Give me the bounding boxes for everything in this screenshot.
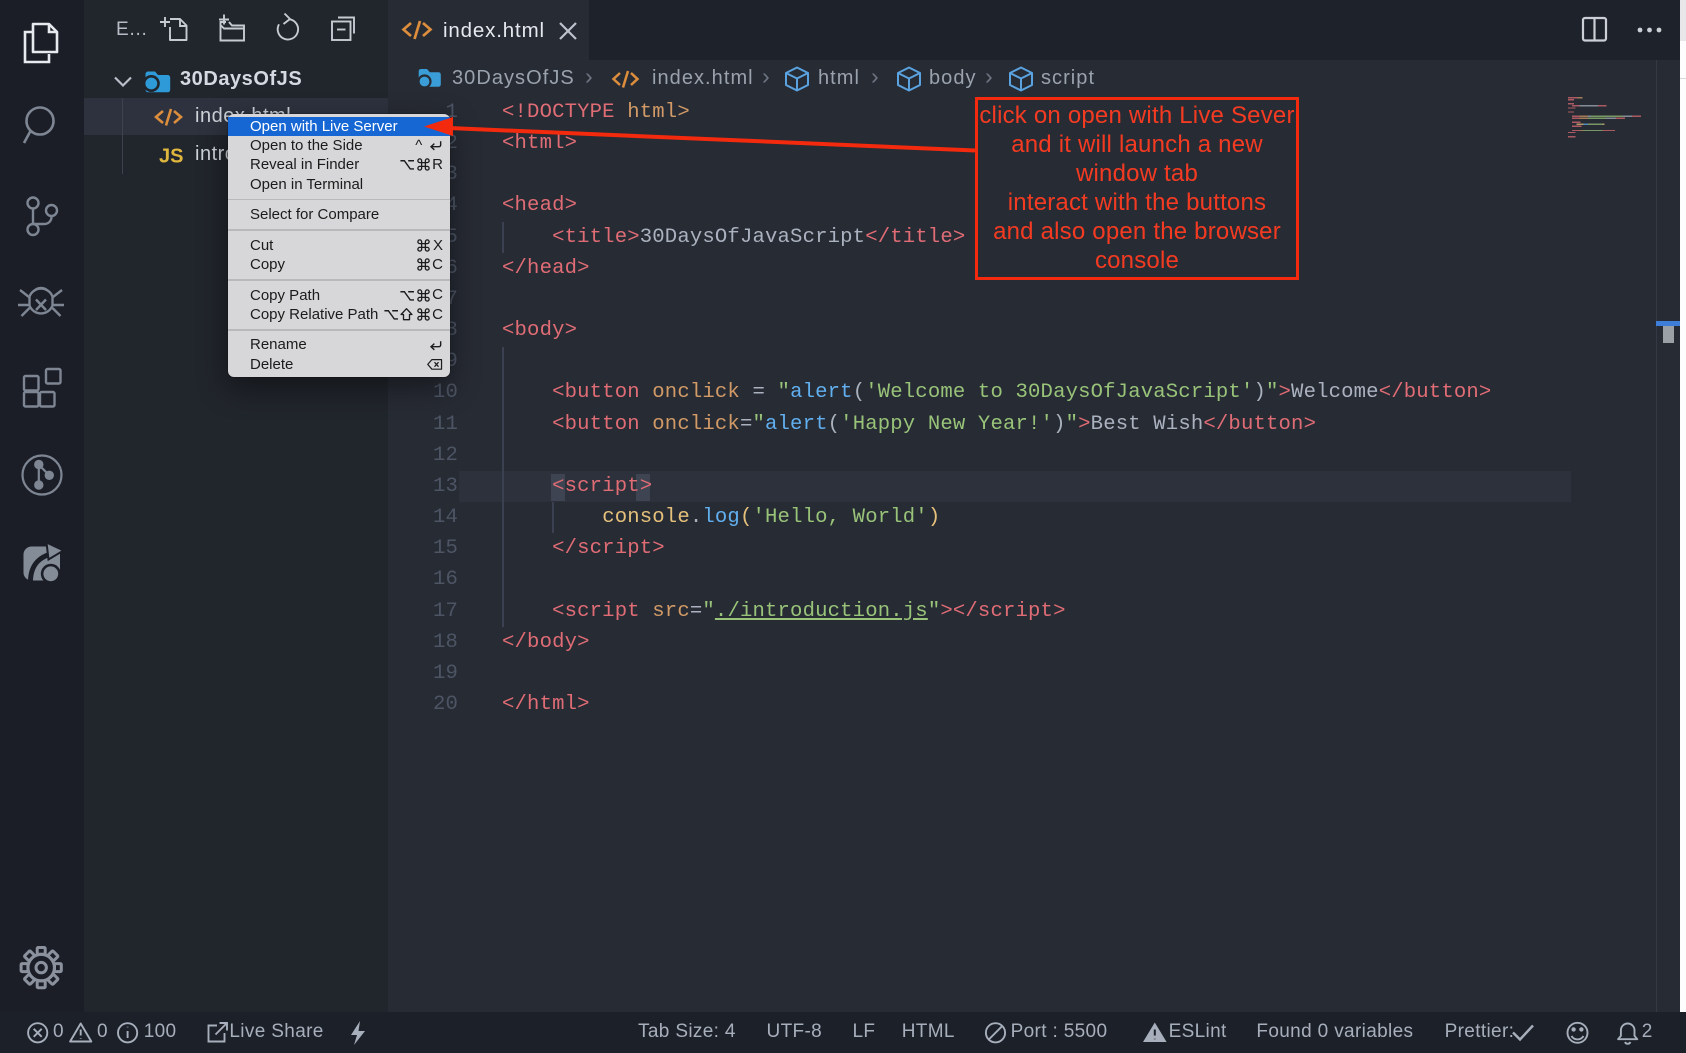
svg-text:JS: JS [159, 146, 183, 168]
